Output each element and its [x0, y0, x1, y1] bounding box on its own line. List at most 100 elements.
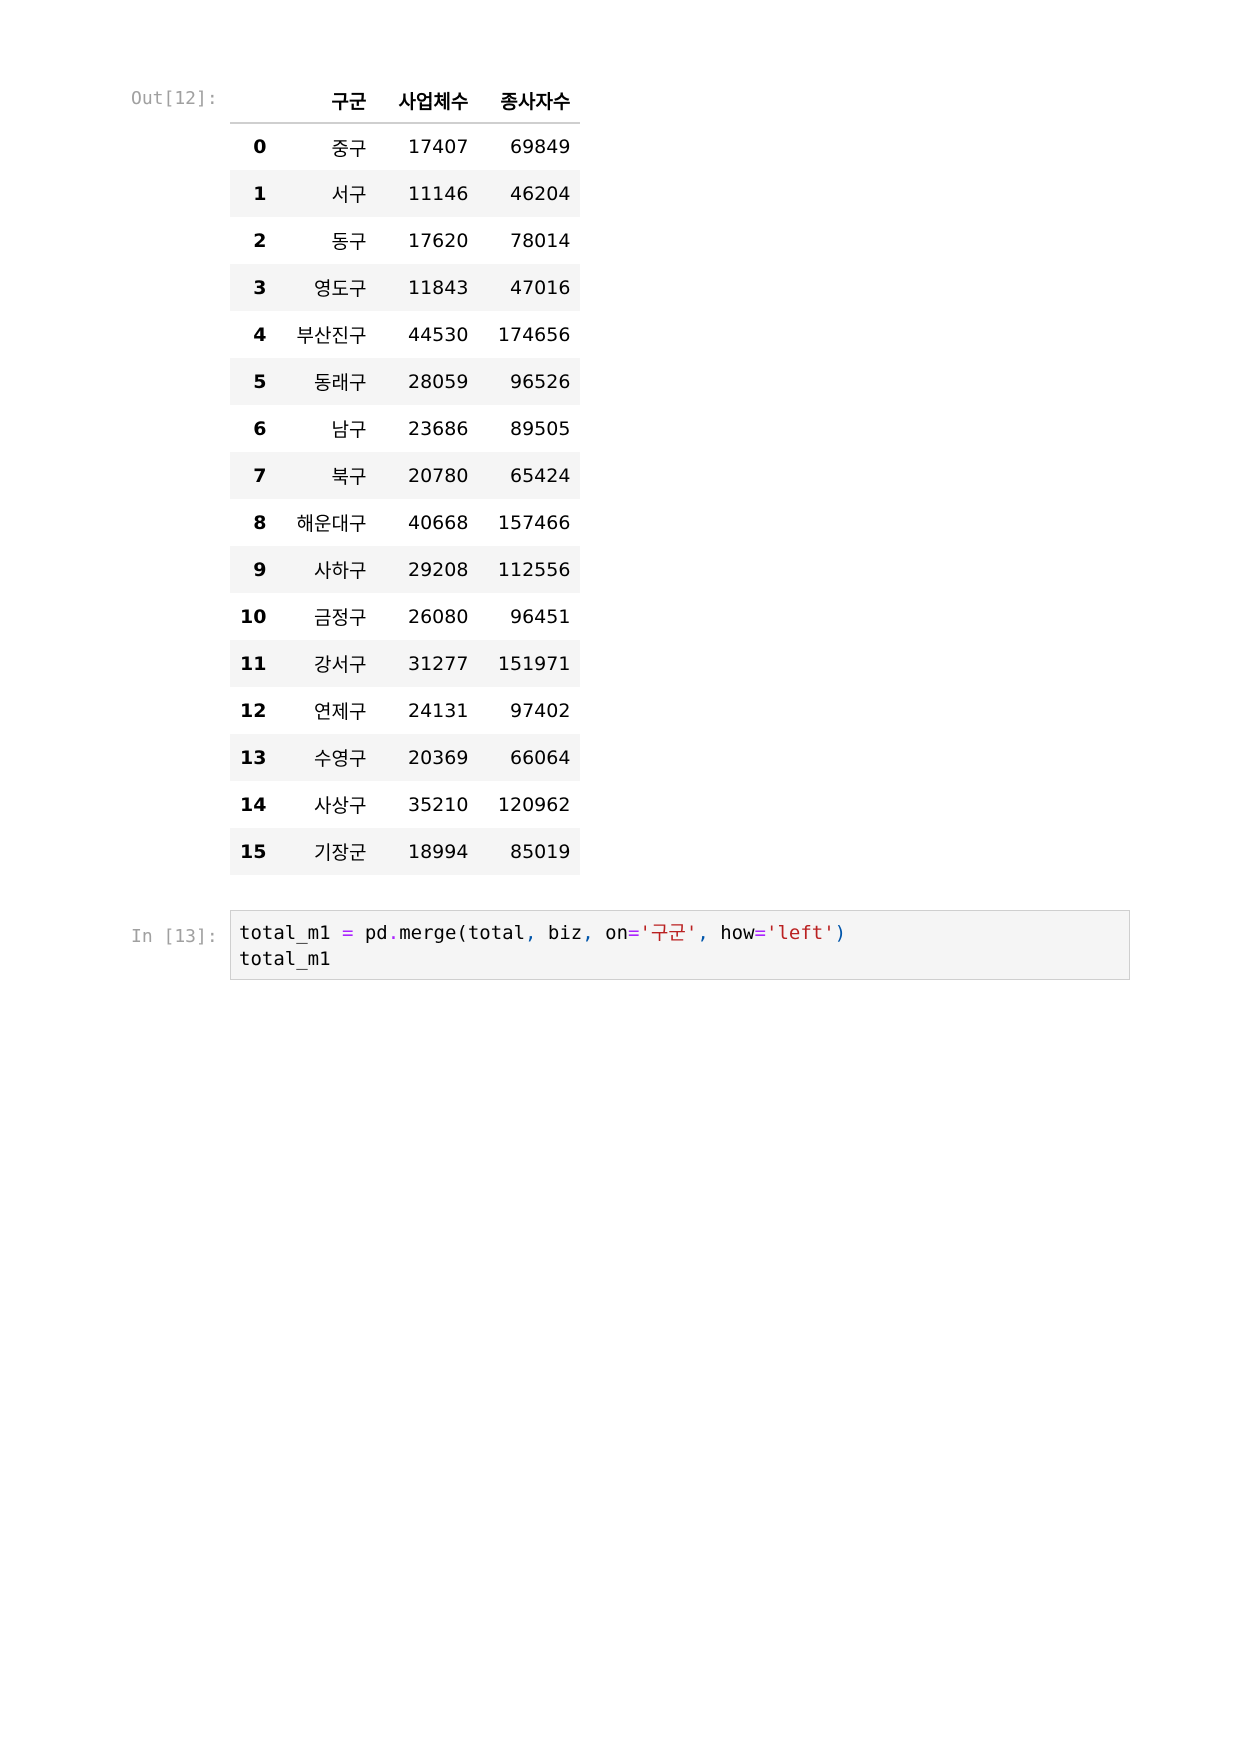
- code-dot-op: .: [387, 922, 400, 944]
- code-kwarg-eq: =: [754, 922, 766, 944]
- cell-employee-count: 65424: [510, 464, 571, 487]
- cell-gu: 해운대구: [296, 513, 367, 535]
- input-prompt: In [13]:: [131, 926, 218, 947]
- cell-gu: 사하구: [314, 560, 367, 582]
- cell-gu: 영도구: [314, 278, 367, 300]
- row-index: 8: [253, 511, 267, 534]
- header-employee-count: 종사자수: [478, 78, 581, 124]
- header-index-cell: [230, 78, 277, 124]
- row-index: 7: [253, 464, 267, 487]
- cell-biz-count: 40668: [408, 511, 469, 534]
- row-index: 15: [240, 840, 267, 863]
- table-row: 7 북구 20780 65424: [230, 452, 581, 499]
- row-index: 4: [253, 323, 267, 346]
- cell-employee-count: 97402: [510, 699, 571, 722]
- table-row: 4 부산진구 44530 174656: [230, 311, 580, 358]
- header-biz-count: 사업체수: [376, 78, 479, 124]
- table-row: 15 기장군 18994 85019: [230, 828, 581, 875]
- code-line-2: total_m1: [239, 948, 331, 970]
- cell-biz-count: 24131: [408, 699, 469, 722]
- cell-gu: 금정구: [314, 607, 367, 629]
- row-index: 10: [240, 605, 267, 628]
- cell-biz-count: 23686: [408, 417, 469, 440]
- code-kwarg-name: on: [593, 922, 629, 944]
- cell-employee-count: 47016: [510, 276, 571, 299]
- row-index: 5: [253, 370, 267, 393]
- row-index: 0: [253, 136, 267, 158]
- cell-employee-count: 151971: [497, 652, 571, 675]
- code-assign-op: =: [341, 922, 354, 944]
- cell-employee-count: 78014: [510, 229, 571, 252]
- table-header-row: 구군 사업체수 종사자수: [230, 78, 581, 124]
- cell-biz-count: 17620: [408, 229, 469, 252]
- table-row: 11 강서구 31277 151971: [230, 640, 581, 687]
- cell-gu: 남구: [331, 419, 367, 441]
- code-close-paren: ): [834, 922, 847, 944]
- code-var: total_m1: [239, 922, 342, 944]
- cell-gu: 사상구: [314, 795, 367, 817]
- cell-employee-count: 174656: [497, 323, 571, 346]
- code-string: 'left': [766, 922, 835, 944]
- cell-gu: 부산진구: [296, 325, 367, 347]
- cell-employee-count: 85019: [510, 840, 571, 863]
- cell-biz-count: 17407: [408, 136, 469, 158]
- cell-employee-count: 112556: [497, 558, 571, 581]
- table-row: 10 금정구 26080 96451: [230, 593, 580, 640]
- row-index: 9: [253, 558, 267, 581]
- cell-gu: 연제구: [314, 701, 367, 723]
- row-index: 13: [240, 746, 267, 769]
- row-index: 6: [253, 417, 267, 440]
- cell-gu: 강서구: [314, 654, 367, 676]
- cell-gu: 동래구: [314, 372, 367, 394]
- cell-biz-count: 20369: [408, 746, 469, 769]
- cell-gu: 중구: [331, 137, 367, 160]
- cell-biz-count: 44530: [408, 323, 469, 346]
- cell-biz-count: 26080: [408, 605, 469, 628]
- cell-employee-count: 89505: [510, 417, 571, 440]
- code-module: pd: [353, 922, 388, 944]
- cell-employee-count: 96526: [510, 370, 571, 393]
- row-index: 3: [253, 276, 267, 299]
- header-gu: 구군: [276, 78, 377, 124]
- cell-gu: 북구: [331, 466, 367, 488]
- table-row: 6 남구 23686 89505: [230, 405, 580, 452]
- code-comma: ,: [697, 922, 709, 944]
- dataframe-output-table: 구군 사업체수 종사자수 0 중구 17407 69849 1 서구 11146 46204 2…: [230, 78, 581, 875]
- code-comma: ,: [525, 922, 537, 944]
- cell-employee-count: 120962: [497, 793, 571, 816]
- code-function: merge(total: [399, 922, 526, 944]
- cell-employee-count: 157466: [497, 511, 571, 534]
- cell-employee-count: 66064: [510, 746, 571, 769]
- table-row: 1 서구 11146 46204: [230, 170, 581, 217]
- cell-biz-count: 29208: [408, 558, 469, 581]
- table-header: 구군 사업체수 종사자수: [230, 78, 581, 124]
- cell-employee-count: 69849: [510, 136, 571, 158]
- row-index: 2: [253, 229, 267, 252]
- cell-biz-count: 28059: [408, 370, 469, 393]
- table-row: 12 연제구 24131 97402: [230, 687, 580, 734]
- row-index: 14: [240, 793, 267, 816]
- row-index: 11: [240, 652, 267, 675]
- table-row: 5 동래구 28059 96526: [230, 358, 581, 405]
- table-row: 14 사상구 35210 120962: [230, 781, 580, 828]
- cell-biz-count: 20780: [408, 464, 469, 487]
- table-row: 2 동구 17620 78014: [230, 217, 580, 264]
- cell-biz-count: 31277: [408, 652, 469, 675]
- table-row: 3 영도구 11843 47016: [230, 264, 581, 311]
- cell-gu: 수영구: [314, 748, 367, 770]
- code-kwarg-eq: =: [628, 922, 640, 944]
- code-arg: biz: [536, 922, 583, 944]
- cell-gu: 기장군: [314, 842, 367, 864]
- table-row: 13 수영구 20369 66064: [230, 734, 581, 781]
- table-row: 0 중구 17407 69849: [230, 123, 580, 170]
- cell-biz-count: 11146: [408, 182, 469, 205]
- cell-biz-count: 11843: [408, 276, 469, 299]
- code-string: '구군': [639, 922, 698, 944]
- output-prompt: Out[12]:: [131, 88, 218, 109]
- code-kwarg-name: how: [708, 922, 755, 944]
- cell-gu: 동구: [331, 231, 367, 253]
- code-comma: ,: [582, 922, 594, 944]
- code-input-cell[interactable]: total_m1 = pd.merge(total, biz, on='구군',…: [230, 910, 1130, 980]
- row-index: 12: [240, 699, 267, 722]
- table-row: 9 사하구 29208 112556: [230, 546, 581, 593]
